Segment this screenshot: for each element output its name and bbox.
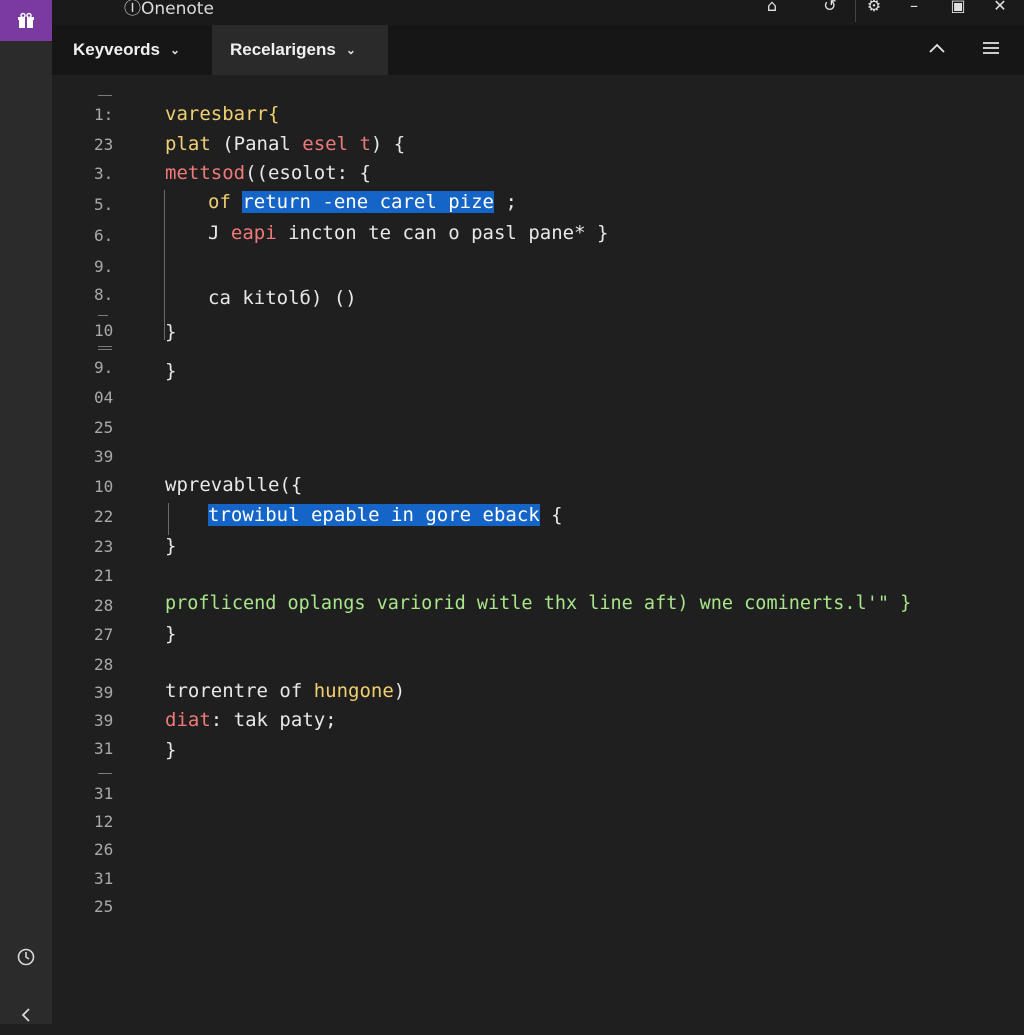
line-number: 39	[94, 683, 114, 702]
left-rail	[0, 0, 52, 1024]
code-line: }	[165, 623, 177, 645]
line-number: 28	[94, 596, 114, 615]
hamburger-menu-icon	[983, 42, 999, 54]
gutter-tick	[98, 773, 112, 774]
gutter-tick	[98, 315, 108, 316]
line-number: 04	[94, 388, 114, 407]
code-editor[interactable]: 1: 23 3. 5. 6. 9. 8. 10 9. 04 25 39 10 2…	[52, 75, 1024, 1024]
onenote-logo-icon: Ⓘ	[124, 0, 141, 19]
line-number: 23	[94, 135, 114, 154]
line-number: 12	[94, 812, 114, 831]
code-line: wprevablle({	[165, 474, 303, 496]
title-divider	[855, 0, 856, 22]
sync-button[interactable]: ↺	[820, 0, 840, 15]
code-line: }	[165, 321, 177, 343]
line-number: 22	[94, 507, 114, 526]
tab-bar: Keyveords ⌄ Recelarigens ⌄	[52, 25, 1024, 75]
line-number: 25	[94, 418, 114, 437]
line-number: 31	[94, 869, 114, 888]
window-title: ⒾOnenote	[124, 0, 214, 19]
text-selection: return -ene carel pize	[242, 191, 494, 213]
chevron-up-icon	[929, 43, 945, 53]
clock-icon	[17, 948, 35, 966]
code-line: }	[165, 535, 177, 557]
settings-button[interactable]: ⚙	[864, 0, 884, 15]
code-line: trorentre of hungone)	[165, 680, 406, 702]
menu-button[interactable]	[978, 37, 1004, 63]
line-number: 39	[94, 711, 114, 730]
code-line: trowibul epable in gore eback {	[208, 504, 563, 526]
line-number: 5.	[94, 195, 114, 214]
gift-icon	[18, 12, 34, 28]
line-number: 21	[94, 566, 114, 585]
home-button[interactable]: ⌂	[762, 0, 782, 15]
line-number: 1:	[94, 105, 114, 124]
line-number: 25	[94, 897, 114, 916]
back-button[interactable]	[0, 995, 52, 1035]
line-number: 23	[94, 537, 114, 556]
line-number: 8.	[94, 285, 114, 304]
line-number: 9.	[94, 358, 114, 377]
minimize-button[interactable]: –	[904, 0, 924, 15]
line-number: 9.	[94, 257, 114, 276]
line-number: 10	[94, 477, 114, 496]
code-line: varesbarr{	[165, 103, 280, 125]
line-number: 27	[94, 625, 114, 644]
line-number: 31	[94, 784, 114, 803]
tab-recelarigens[interactable]: Recelarigens ⌄	[212, 25, 388, 75]
gutter-tick	[98, 346, 112, 347]
indent-guide	[164, 190, 165, 340]
line-number: 10	[94, 321, 114, 340]
line-number: 28	[94, 655, 114, 674]
line-number: 31	[94, 739, 114, 758]
close-button[interactable]: ✕	[990, 0, 1010, 15]
indent-guide	[168, 503, 169, 535]
app-icon[interactable]	[0, 0, 52, 41]
code-line: mettsod((esolot: {	[165, 162, 371, 184]
title-bar: ⒾOnenote ⌂ ↺ ⚙ – ▣ ✕	[52, 0, 1024, 25]
line-number: 39	[94, 447, 114, 466]
gutter-tick	[98, 349, 112, 350]
code-line: plat (Panal esel t) {	[165, 133, 406, 155]
code-line: proflicend oplangs variorid witle thx li…	[165, 593, 912, 614]
maximize-button[interactable]: ▣	[948, 0, 968, 15]
line-number: 6.	[94, 226, 114, 245]
line-number: 3.	[94, 164, 114, 183]
code-line: }	[165, 360, 177, 382]
chevron-left-icon	[21, 1008, 30, 1022]
chevron-down-icon: ⌄	[345, 43, 356, 57]
code-line: J eapi incton te can o pasl pane* }	[208, 222, 609, 244]
code-line: diat: tak paty;	[165, 709, 337, 731]
history-button[interactable]	[0, 937, 52, 977]
tab-keywords[interactable]: Keyveords ⌄	[52, 25, 212, 75]
code-line: ca kitolб) ()	[208, 287, 357, 309]
gutter-tick	[98, 95, 112, 96]
code-line: }	[165, 739, 177, 761]
collapse-button[interactable]	[924, 37, 950, 63]
line-number: 26	[94, 840, 114, 859]
text-selection: trowibul epable in gore eback	[208, 504, 540, 526]
code-line: of return -ene carel pize ;	[208, 191, 517, 213]
chevron-down-icon: ⌄	[169, 43, 180, 57]
